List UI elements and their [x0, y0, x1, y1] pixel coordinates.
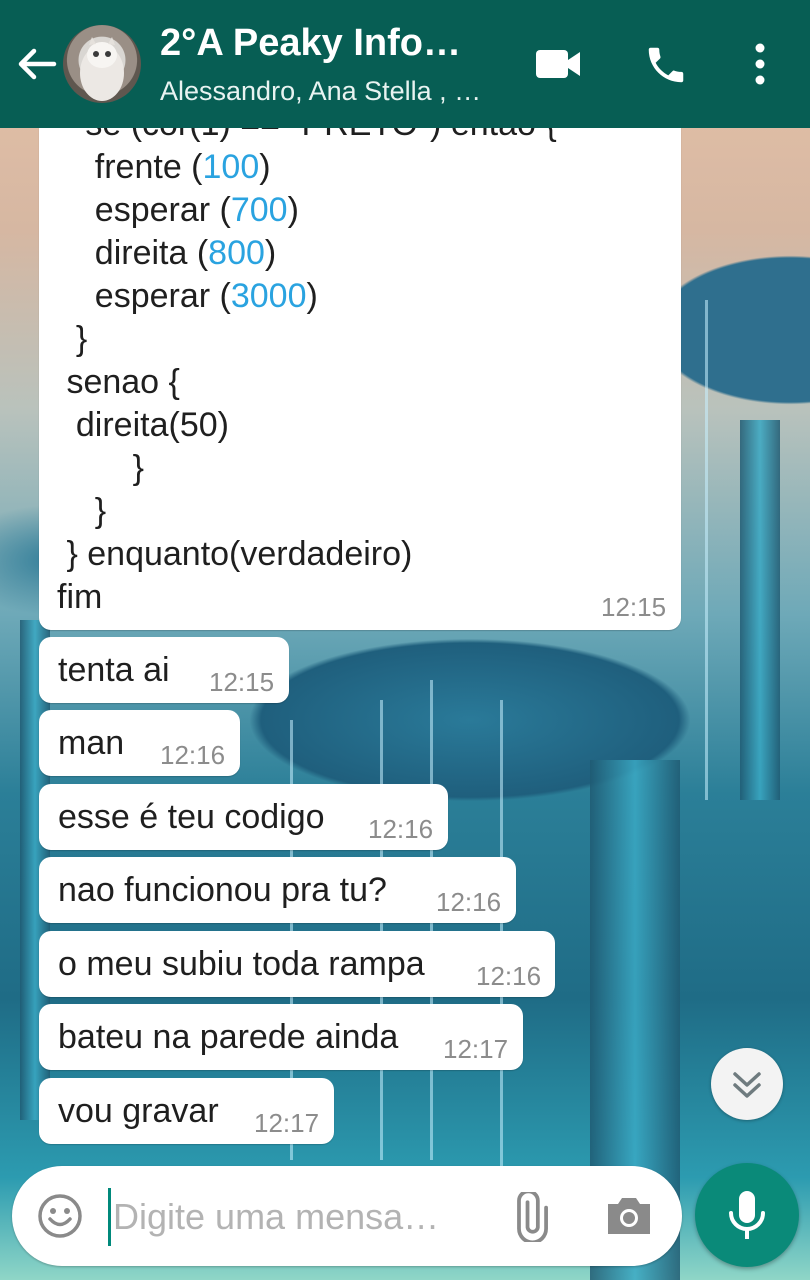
chevron-double-down-icon [733, 1072, 761, 1098]
phone-icon[interactable] [643, 42, 689, 88]
code-text: fim [57, 578, 103, 616]
code-line: fim [57, 577, 102, 617]
message-time: 12:15 [209, 667, 275, 697]
code-line: } [57, 491, 106, 531]
microphone-icon [729, 1191, 765, 1239]
message-text: nao funcionou pra tu? [58, 871, 387, 909]
code-text: } [57, 492, 107, 530]
code-text: } [57, 449, 144, 487]
scroll-to-bottom-button[interactable] [711, 1048, 783, 1120]
code-number: 100 [202, 148, 260, 186]
message-text: o meu subiu toda rampa [58, 945, 425, 983]
code-text: senao { [57, 363, 180, 401]
code-text: esperar ( [57, 191, 231, 229]
wallpaper-drip [380, 700, 383, 1160]
message-text: esse é teu codigo [58, 798, 325, 836]
code-line: frente (100) [57, 147, 271, 187]
code-text: } enquanto(verdadeiro) [57, 535, 413, 573]
chat-header: 2°A Peaky Info… Alessandro, Ana Stella ,… [0, 0, 810, 128]
message-composer [12, 1166, 682, 1266]
code-line: } [57, 448, 144, 488]
code-line: direita(50) [57, 405, 229, 445]
code-number: 800 [208, 234, 265, 272]
code-number: 700 [230, 191, 288, 229]
message-bubble[interactable]: bateu na parede ainda 12:17 [39, 1004, 523, 1070]
message-time: 12:16 [436, 887, 502, 917]
message-input[interactable] [108, 1188, 485, 1246]
message-bubble[interactable]: vou gravar 12:17 [39, 1078, 334, 1144]
code-text: direita ( [57, 234, 209, 272]
video-call-icon[interactable] [534, 44, 582, 84]
chat-title[interactable]: 2°A Peaky Info… [160, 22, 461, 65]
message-time: 12:16 [476, 961, 542, 991]
message-time: 12:17 [254, 1108, 320, 1138]
message-text: vou gravar [58, 1092, 219, 1130]
attach-icon[interactable] [504, 1192, 554, 1242]
code-text: esperar ( [57, 277, 231, 315]
message-time: 12:16 [368, 814, 434, 844]
code-number: 3000 [230, 277, 307, 315]
message-time: 12:17 [443, 1034, 509, 1064]
code-line: senao { [57, 362, 180, 402]
chat-participants[interactable]: Alessandro, Ana Stella , … [160, 76, 481, 107]
more-options-icon[interactable] [748, 42, 772, 86]
message-bubble[interactable]: esse é teu codigo 12:16 [39, 784, 448, 850]
group-avatar[interactable] [63, 25, 141, 103]
code-line: esperar (3000) [57, 276, 318, 316]
message-text: man [58, 724, 125, 762]
emoji-icon[interactable] [36, 1192, 84, 1240]
message-bubble[interactable]: tenta ai 12:15 [39, 637, 289, 703]
message-bubble[interactable]: man 12:16 [39, 710, 240, 776]
code-line: } enquanto(verdadeiro) [57, 534, 412, 574]
message-text: bateu na parede ainda [58, 1018, 399, 1056]
code-line: direita (800) [57, 233, 276, 273]
code-message-bubble[interactable]: se (cor(1) == "PRETO") entao { frente (1… [39, 110, 681, 630]
code-text: frente ( [57, 148, 203, 186]
wallpaper-drip [705, 300, 708, 800]
message-bubble[interactable]: o meu subiu toda rampa 12:16 [39, 931, 555, 997]
code-line: esperar (700) [57, 190, 299, 230]
code-text: ) [287, 191, 299, 229]
code-text: ) [264, 234, 277, 272]
code-line: } [57, 319, 87, 359]
wallpaper-tree-trunk [740, 420, 780, 800]
code-text: } [57, 320, 88, 358]
voice-message-button[interactable] [695, 1163, 799, 1267]
message-bubble[interactable]: nao funcionou pra tu? 12:16 [39, 857, 516, 923]
code-text: direita(50) [57, 406, 229, 444]
message-time: 12:15 [601, 592, 667, 622]
camera-icon[interactable] [604, 1194, 654, 1238]
code-text: ) [306, 277, 318, 315]
message-time: 12:16 [160, 740, 226, 770]
back-arrow-icon[interactable] [14, 42, 58, 86]
message-text: tenta ai [58, 651, 170, 689]
code-text: ) [259, 148, 271, 186]
